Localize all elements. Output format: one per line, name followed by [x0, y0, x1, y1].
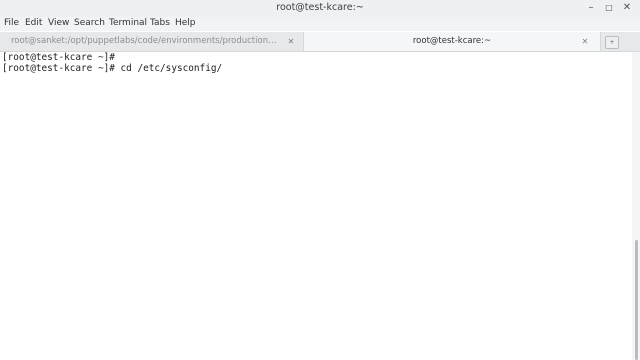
scrollbar-thumb[interactable] [635, 240, 638, 360]
tab-label: root@test-kcare:~ [412, 36, 492, 46]
new-tab-icon[interactable]: + [605, 36, 619, 49]
window-title: root@test-kcare:~ [276, 2, 364, 13]
scrollbar[interactable] [632, 52, 640, 360]
menu-file[interactable]: File [4, 18, 19, 28]
terminal-output[interactable]: [root@test-kcare ~]# [root@test-kcare ~]… [0, 52, 632, 360]
menu-edit[interactable]: Edit [25, 18, 42, 28]
tab-close-icon[interactable]: ✕ [580, 32, 590, 51]
terminal-window: root@test-kcare:~ – □ ✕ File Edit View S… [0, 0, 640, 360]
menu-bar: File Edit View Search Terminal Tabs Help [0, 17, 640, 31]
menu-help[interactable]: Help [175, 18, 196, 28]
menu-view[interactable]: View [48, 18, 69, 28]
menu-search[interactable]: Search [74, 18, 105, 28]
close-icon[interactable]: ✕ [621, 1, 633, 15]
menu-tabs[interactable]: Tabs [150, 18, 170, 28]
title-bar[interactable]: root@test-kcare:~ – □ ✕ [0, 0, 640, 18]
terminal-line: [root@test-kcare ~]# cd /etc/sysconfig/ [2, 63, 223, 74]
tab-close-icon[interactable]: ✕ [286, 32, 296, 51]
terminal-line: [root@test-kcare ~]# [2, 52, 115, 63]
maximize-icon[interactable]: □ [603, 1, 615, 15]
tab-label: root@sanket:/opt/puppetlabs/code/environ… [11, 36, 279, 46]
menu-terminal[interactable]: Terminal [109, 18, 147, 28]
tab-bar: root@sanket:/opt/puppetlabs/code/environ… [0, 32, 640, 52]
tab-sanket[interactable]: root@sanket:/opt/puppetlabs/code/environ… [0, 32, 302, 51]
minimize-icon[interactable]: – [585, 1, 597, 15]
tab-test-kcare[interactable]: root@test-kcare:~ ✕ [303, 32, 601, 51]
